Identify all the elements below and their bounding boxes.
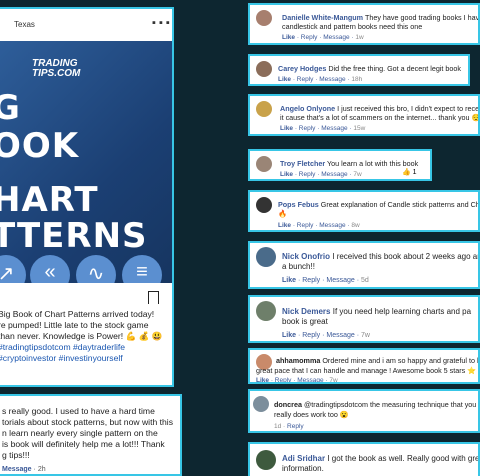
comment-actions: Like · Reply · Message · 7w <box>256 377 338 384</box>
comment-actions: Like · Reply · Message · 7w <box>280 171 362 178</box>
avatar[interactable] <box>256 197 272 213</box>
comment-card: Troy Fletcher You learn a lot with this … <box>248 149 432 181</box>
hashtags[interactable]: #cryptoinvestor #investinyourself <box>0 353 170 364</box>
avatar[interactable] <box>256 301 276 321</box>
instagram-post: Texas ▪ ▪ ▪ TRADING TIPS.COM G OOK HART … <box>0 7 174 387</box>
comment-text: Nick Demers If you need help learning ch… <box>282 307 472 316</box>
comment-actions: Like · Reply · Message · 1w <box>282 34 364 41</box>
comment-text: candlestick and pattern books need this … <box>282 22 423 31</box>
avatar[interactable] <box>256 101 272 117</box>
book-title-line: TTERNS <box>0 216 148 256</box>
avatar[interactable] <box>256 156 272 172</box>
rewind-icon: « <box>30 255 70 283</box>
post-image: TRADING TIPS.COM G OOK HART TTERNS ↗ « ∿… <box>0 41 172 283</box>
book-title-line: HART <box>0 180 99 220</box>
comment-text: s really good. I used to have a hard tim… <box>2 406 174 460</box>
comment-actions: Message · 2h <box>2 466 46 473</box>
book-title-line: OOK <box>0 126 80 166</box>
comment-card: Pops Febus Great explanation of Candle s… <box>248 190 480 232</box>
comment-text: Angelo Onlyone I just received this bro,… <box>280 104 480 113</box>
message-link[interactable]: Message <box>2 466 32 473</box>
comment-text: book is great <box>282 317 328 326</box>
lines-icon: ≡ <box>122 255 162 283</box>
post-caption: Big Book of Chart Patterns arrived today… <box>0 309 170 364</box>
comment-text: it cause that's a lot of scammers on the… <box>280 113 480 122</box>
avatar[interactable] <box>253 396 269 412</box>
hashtags[interactable]: #tradingtipsdotcom #daytraderlife <box>0 342 170 353</box>
three-dots-icon[interactable]: ▪ ▪ ▪ <box>152 17 170 29</box>
arrow-icon: ↗ <box>0 255 26 283</box>
comment-text: Troy Fletcher You learn a lot with this … <box>280 159 419 168</box>
comment-actions: Like · Reply · Message · 15w <box>280 125 366 132</box>
comment-actions: Like · Reply · Message · 7w <box>282 332 370 339</box>
comment-time: 2h <box>37 466 46 473</box>
comment-card: Carey Hodges Did the free thing. Got a d… <box>248 54 470 86</box>
comment-actions: 1d · Reply <box>274 423 304 430</box>
comment-text: Carey Hodges Did the free thing. Got a d… <box>278 64 461 73</box>
left-comment: s really good. I used to have a hard tim… <box>0 394 182 476</box>
avatar[interactable] <box>256 450 276 470</box>
comment-card: Adi Sridhar I got the book as well. Real… <box>248 442 480 476</box>
avatar[interactable] <box>256 247 276 267</box>
comment-card: Angelo Onlyone I just received this bro,… <box>248 94 480 136</box>
comment-text: Adi Sridhar I got the book as well. Real… <box>282 454 480 463</box>
comment-text: 🔥 <box>278 209 287 218</box>
post-header: Texas ▪ ▪ ▪ <box>0 9 172 41</box>
book-title-line: G <box>0 91 21 125</box>
comment-actions: Like · Reply · Message · 5d <box>282 277 369 284</box>
post-location[interactable]: Texas <box>14 20 35 29</box>
comment-card: doncrea @tradingtipsdotcom the measuring… <box>248 389 480 433</box>
avatar[interactable] <box>256 61 272 77</box>
comment-text: great pace that I can handle and manage … <box>256 366 477 375</box>
avatar[interactable] <box>256 10 272 26</box>
comment-text: Nick Onofrio I received this book about … <box>282 252 480 261</box>
comment-text: really does work too 😮 <box>274 410 349 419</box>
comment-actions: Like · Reply · Message · 8w <box>278 222 360 229</box>
chart-icon: ∿ <box>76 255 116 283</box>
comment-text: ahhamomma Ordered mine and i am so happy… <box>276 356 480 365</box>
book-brand: TRADING TIPS.COM <box>32 58 81 79</box>
comment-text: doncrea @tradingtipsdotcom the measuring… <box>274 400 480 409</box>
like-reaction-icon: 👍 1 <box>402 169 417 176</box>
comment-actions: Like · Reply · Message · 18h <box>278 76 363 83</box>
comment-card: Nick Demers If you need help learning ch… <box>248 295 480 343</box>
comment-card: Danielle White-Mangum They have good tra… <box>248 3 480 45</box>
bookmark-icon[interactable] <box>148 291 159 304</box>
comment-text: information. <box>282 464 324 473</box>
comment-text: Danielle White-Mangum They have good tra… <box>282 13 480 22</box>
comment-card: ahhamomma Ordered mine and i am so happy… <box>248 348 480 384</box>
comment-text: Pops Febus Great explanation of Candle s… <box>278 200 480 209</box>
comment-text: a bunch!! <box>282 262 315 271</box>
comment-card: Nick Onofrio I received this book about … <box>248 241 480 289</box>
